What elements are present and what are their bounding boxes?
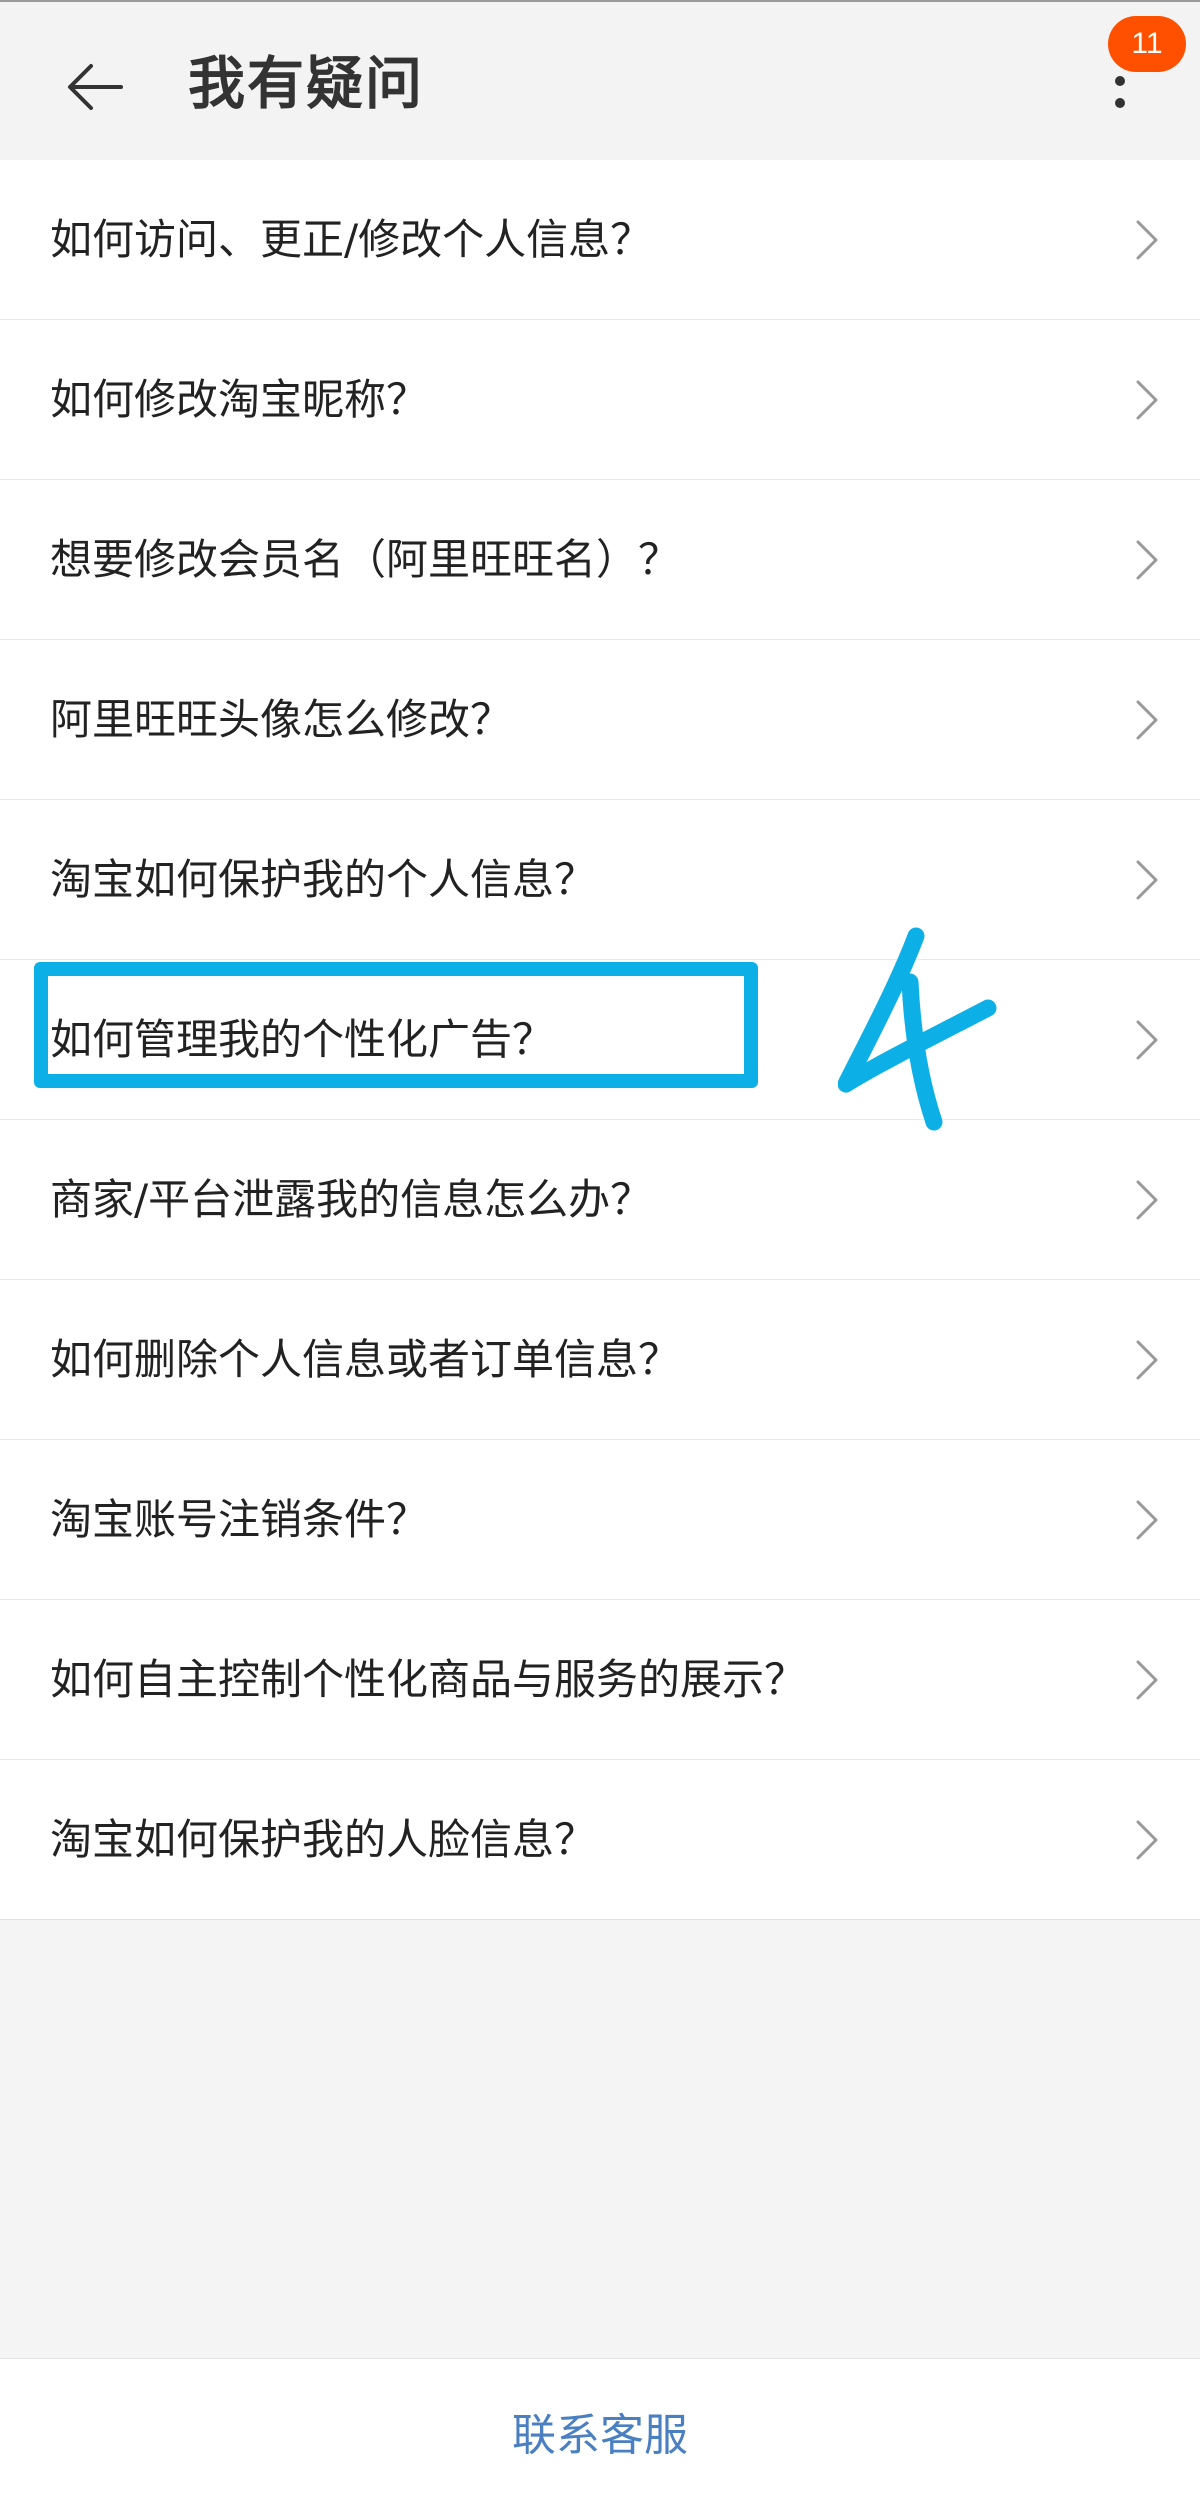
faq-item-label: 商家/平台泄露我的信息怎么办？ [50,1175,653,1224]
page-title: 我有疑问 [188,51,424,117]
faq-item[interactable]: 如何修改淘宝昵称？ [0,320,1200,480]
chevron-right-icon [1136,1660,1158,1700]
more-vertical-icon [1115,76,1125,108]
faq-item-label: 如何修改淘宝昵称？ [50,375,429,424]
faq-item[interactable]: 淘宝如何保护我的人脸信息？ [0,1760,1200,1920]
back-button[interactable] [55,47,135,127]
chevron-right-icon [1136,540,1158,580]
faq-item[interactable]: 淘宝账号注销条件？ [0,1440,1200,1600]
notification-badge: 11 [1108,16,1186,72]
contact-support-button[interactable]: 联系客服 [0,2359,1200,2501]
faq-item[interactable]: 淘宝如何保护我的个人信息？ [0,800,1200,960]
faq-item-label: 如何自主控制个性化商品与服务的展示？ [50,1655,807,1704]
faq-item-label: 阿里旺旺头像怎么修改？ [50,695,513,744]
faq-item-label: 如何删除个人信息或者订单信息？ [50,1335,681,1384]
faq-item-label: 想要修改会员名（阿里旺旺名）？ [50,535,681,584]
faq-item[interactable]: 如何删除个人信息或者订单信息？ [0,1280,1200,1440]
app-header: 我有疑问 11 [0,0,1200,160]
faq-item[interactable]: 阿里旺旺头像怎么修改？ [0,640,1200,800]
faq-item-label: 如何访问、更正/修改个人信息？ [50,215,653,264]
chevron-right-icon [1136,1500,1158,1540]
faq-page: 我有疑问 11 如何访问、更正/修改个人信息？ 如何修改淘宝昵称？ 想要修改会员名（… [0,0,1200,2501]
faq-item[interactable]: 商家/平台泄露我的信息怎么办？ [0,1120,1200,1280]
chevron-right-icon [1136,1020,1158,1060]
annotation-highlight-box [34,962,758,1088]
faq-item-label: 淘宝如何保护我的人脸信息？ [50,1815,597,1864]
faq-item[interactable]: 想要修改会员名（阿里旺旺名）？ [0,480,1200,640]
chevron-right-icon [1136,1180,1158,1220]
faq-item[interactable]: 如何访问、更正/修改个人信息？ [0,160,1200,320]
chevron-right-icon [1136,700,1158,740]
faq-item-label: 淘宝账号注销条件？ [50,1495,429,1544]
faq-item-label: 淘宝如何保护我的个人信息？ [50,855,597,904]
chevron-right-icon [1136,380,1158,420]
arrow-left-icon [68,64,123,110]
chevron-right-icon [1136,860,1158,900]
chevron-right-icon [1136,220,1158,260]
chevron-right-icon [1136,1340,1158,1380]
handwritten-four-annotation [838,927,997,1131]
footer-bar: 联系客服 [0,2358,1200,2501]
chevron-right-icon [1136,1820,1158,1860]
faq-item[interactable]: 如何自主控制个性化商品与服务的展示？ [0,1600,1200,1760]
